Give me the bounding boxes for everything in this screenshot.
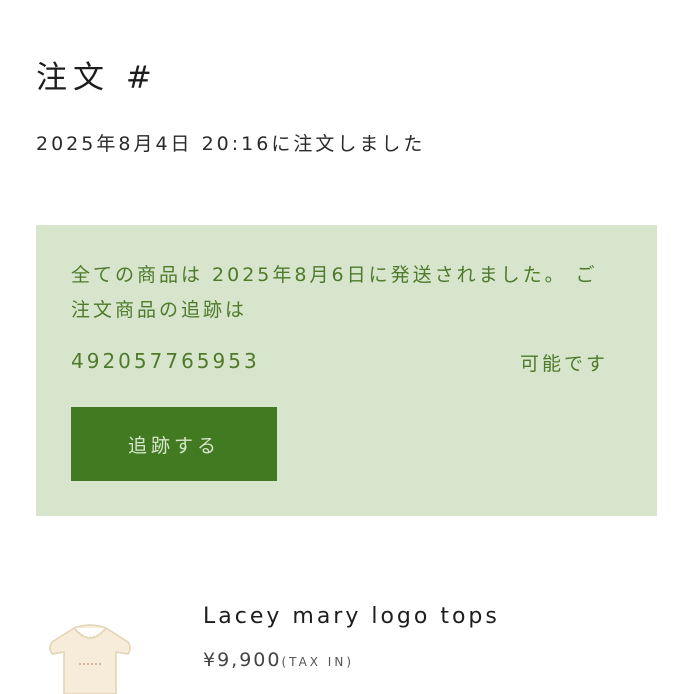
product-price-line: ¥9,900(TAX IN) xyxy=(203,649,354,671)
order-detail-page: 注文 # 2025年8月4日 20:16に注文しました 全ての商品は 2025年… xyxy=(0,0,694,694)
cream-top-garment-icon xyxy=(49,624,131,694)
product-tax-note: (TAX IN) xyxy=(281,655,355,669)
order-date: 2025年8月4日 20:16に注文しました xyxy=(36,133,426,155)
shipping-message: 全ての商品は 2025年8月6日に発送されました。 ご注文商品の追跡は xyxy=(71,264,598,321)
shipping-message-tail: 可能です xyxy=(520,353,609,375)
product-name[interactable]: Lacey mary logo tops xyxy=(203,604,500,629)
shipping-notice: 全ての商品は 2025年8月6日に発送されました。 ご注文商品の追跡は 4920… xyxy=(36,225,657,516)
order-title: 注文 # xyxy=(36,60,158,96)
product-price: ¥9,900 xyxy=(203,649,282,671)
track-button[interactable]: 追跡する xyxy=(71,407,277,481)
tracking-number: 492057765953 xyxy=(71,349,260,373)
product-thumbnail-image[interactable] xyxy=(44,618,136,694)
